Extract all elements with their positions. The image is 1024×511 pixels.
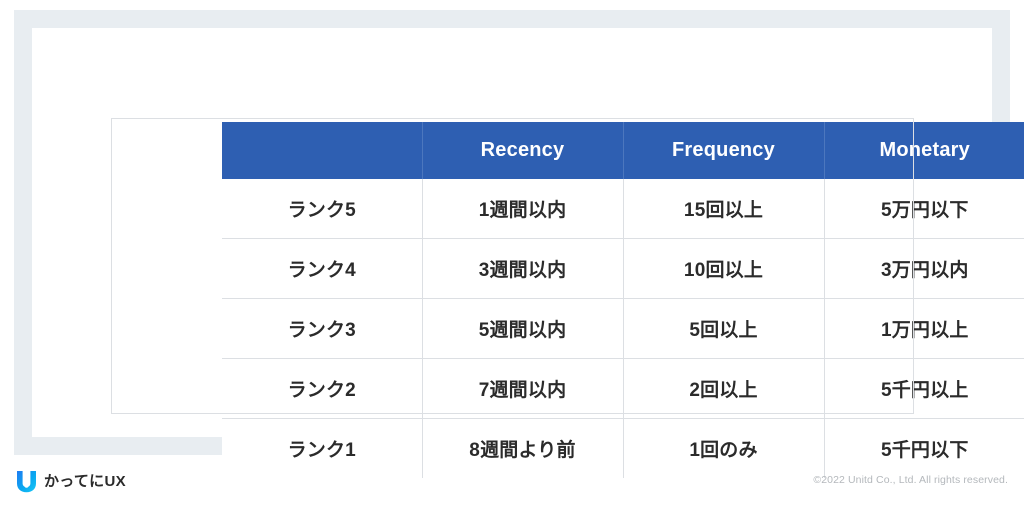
footer: かってにUX ©2022 Unitd Co., Ltd. All rights … (0, 462, 1024, 511)
slide: Recency Frequency Monetary ランク5 1週間以内 15… (0, 0, 1024, 511)
rank-label: ランク3 (222, 298, 423, 359)
recency-value: 1週間以内 (422, 179, 624, 239)
u-logo-icon (17, 471, 36, 493)
rfm-table: Recency Frequency Monetary ランク5 1週間以内 15… (222, 122, 1024, 478)
frequency-value: 15回以上 (623, 179, 825, 239)
frequency-value: 5回以上 (623, 298, 825, 359)
monetary-value: 1万円以上 (824, 298, 1024, 359)
table-row: ランク5 1週間以内 15回以上 5万円以下 (222, 179, 1024, 239)
rank-label: ランク2 (222, 358, 423, 419)
table-row: ランク4 3週間以内 10回以上 3万円以内 (222, 238, 1024, 299)
frequency-value: 2回以上 (623, 358, 825, 419)
table-header-recency: Recency (422, 122, 624, 179)
recency-value: 3週間以内 (422, 238, 624, 299)
table-header-frequency: Frequency (623, 122, 825, 179)
rank-label: ランク4 (222, 238, 423, 299)
table-header: Recency Frequency Monetary (222, 122, 1024, 179)
brand-name: かってにUX (44, 473, 126, 490)
monetary-value: 5千円以上 (824, 358, 1024, 419)
rank-label: ランク5 (222, 179, 423, 239)
table-header-monetary: Monetary (824, 122, 1024, 179)
frequency-value: 10回以上 (623, 238, 825, 299)
table-row: ランク2 7週間以内 2回以上 5千円以上 (222, 358, 1024, 419)
table-body: ランク5 1週間以内 15回以上 5万円以下 ランク4 3週間以内 10回以上 … (222, 179, 1024, 478)
table-row: ランク3 5週間以内 5回以上 1万円以上 (222, 298, 1024, 359)
rfm-table-wrapper: Recency Frequency Monetary ランク5 1週間以内 15… (111, 61, 1024, 478)
brand: かってにUX (16, 470, 126, 493)
recency-value: 5週間以内 (422, 298, 624, 359)
recency-value: 7週間以内 (422, 358, 624, 419)
monetary-value: 5万円以下 (824, 179, 1024, 239)
copyright-text: ©2022 Unitd Co., Ltd. All rights reserve… (813, 474, 1008, 486)
table-header-corner (222, 122, 423, 179)
header-row: Recency Frequency Monetary (222, 122, 1024, 179)
monetary-value: 3万円以内 (824, 238, 1024, 299)
